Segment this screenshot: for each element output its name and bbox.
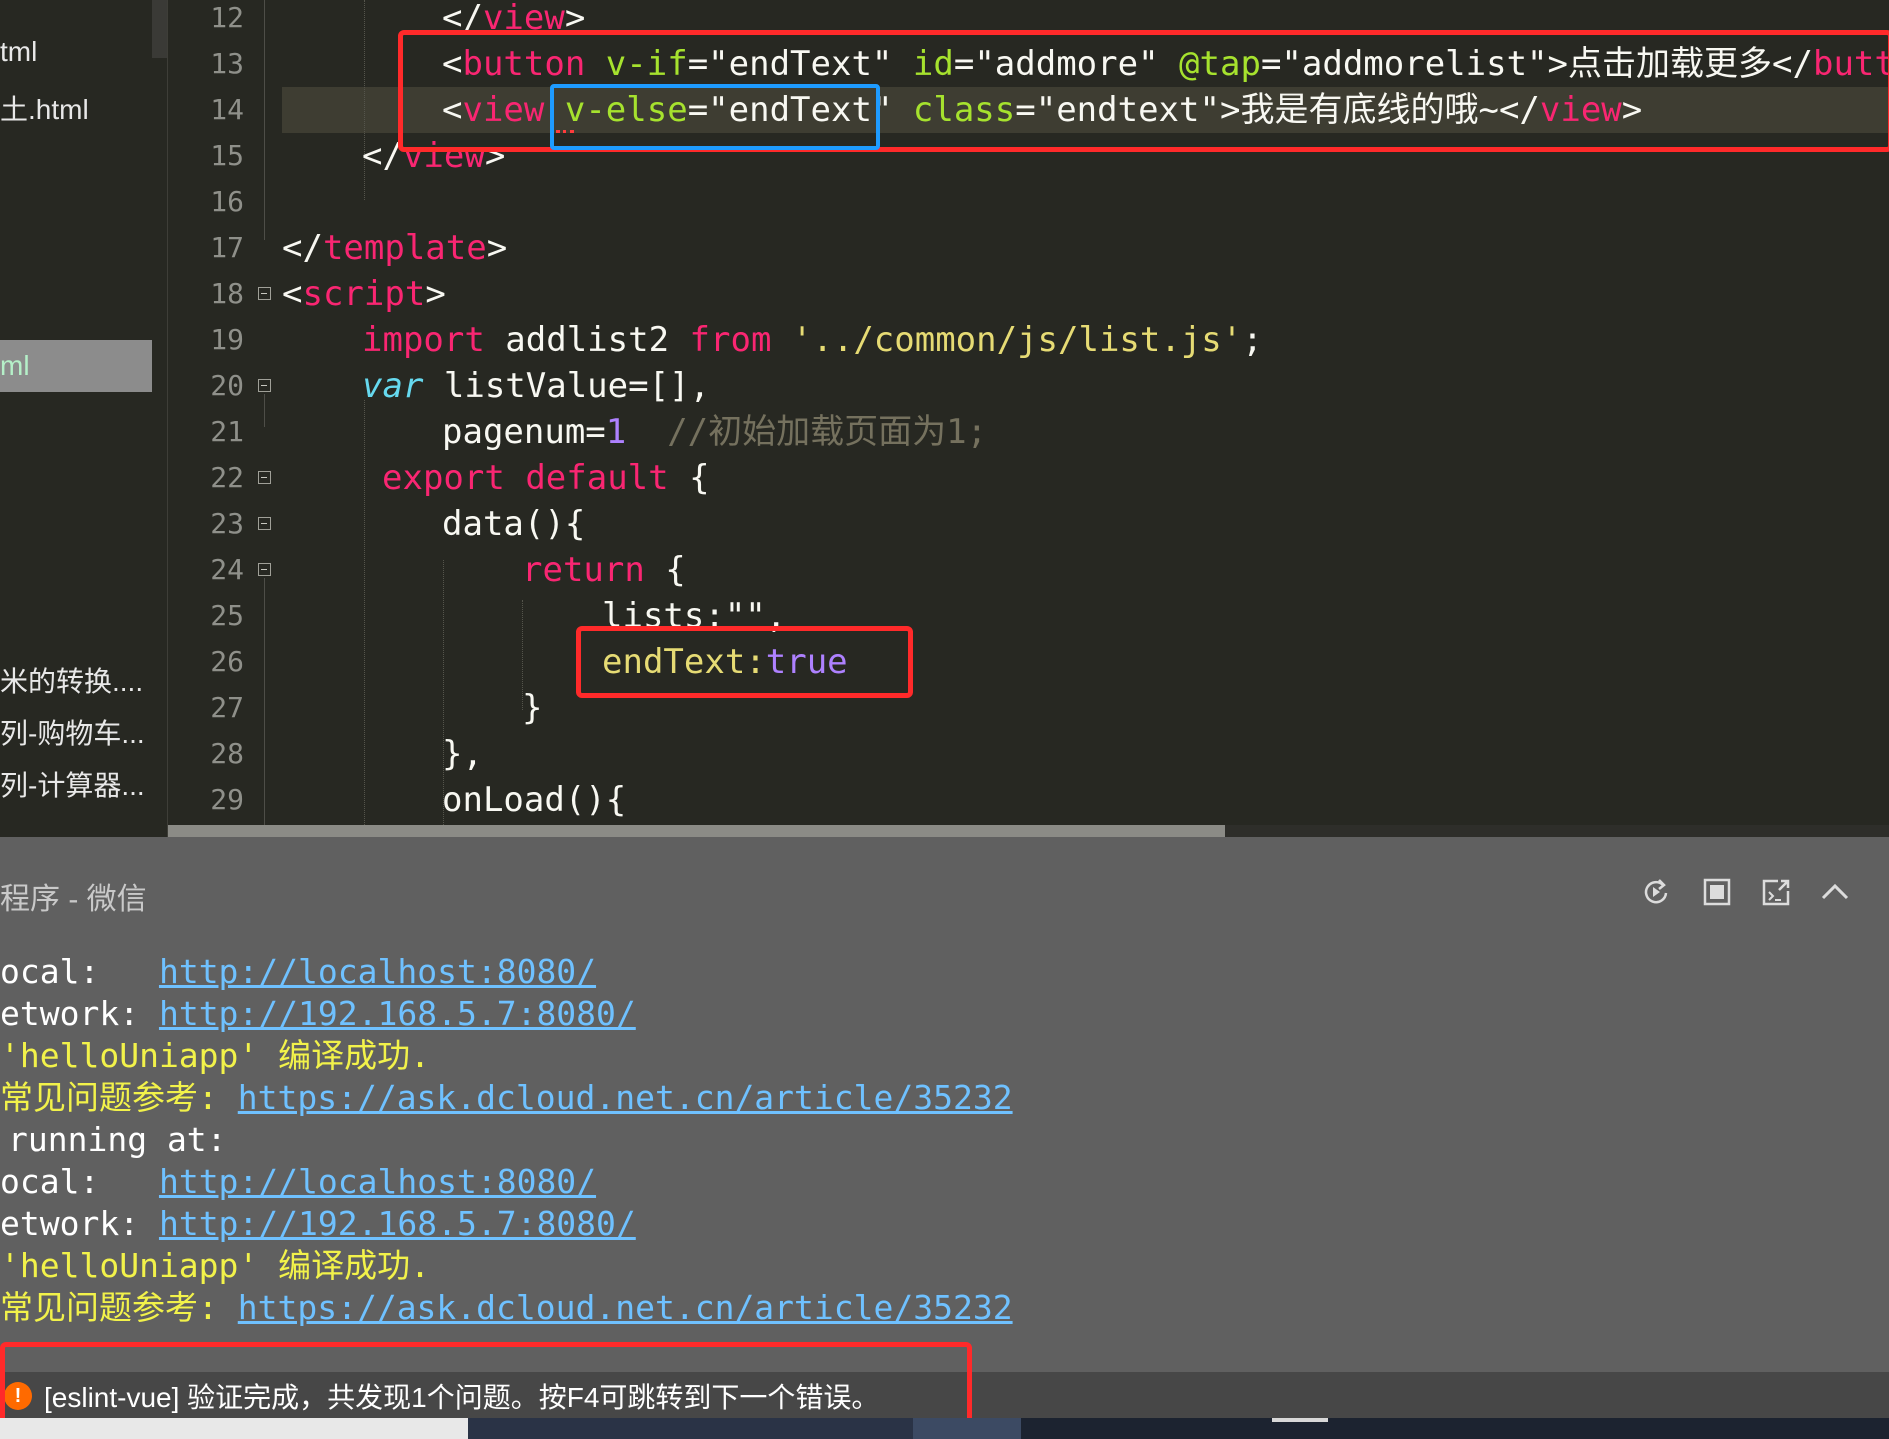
fold-guide — [264, 578, 265, 825]
line-number: 23 — [210, 507, 244, 540]
taskbar-segment — [468, 1418, 913, 1439]
line-number: 17 — [210, 231, 244, 264]
line-number: 24 — [210, 553, 244, 586]
fold-toggle-icon[interactable] — [258, 471, 271, 484]
fold-toggle-icon[interactable] — [258, 517, 271, 530]
sidebar-scrollbar[interactable] — [152, 0, 167, 58]
sidebar-file-item[interactable]: 米的转换.... — [0, 660, 143, 700]
sidebar-file-item[interactable]: 列-计算器... — [0, 764, 145, 804]
sidebar-file-item[interactable]: 列-购物车... — [0, 712, 145, 752]
fold-guide — [264, 0, 265, 240]
fold-toggle-icon[interactable] — [258, 379, 271, 392]
code-line-19: import addlist2 from '../common/js/list.… — [362, 320, 1263, 360]
line-number: 15 — [210, 139, 244, 172]
taskbar-segment — [1272, 1418, 1328, 1422]
restart-icon[interactable] — [1641, 877, 1671, 907]
code-line-18: <script> — [282, 274, 446, 314]
console-title: 程序 - 微信 — [0, 883, 147, 916]
sidebar-file-item[interactable]: 土.html — [0, 88, 89, 128]
annotation-box-blue — [550, 84, 880, 150]
line-number: 14 — [210, 93, 244, 126]
line-number: 20 — [210, 369, 244, 402]
console-line: 常见问题参考: https://ask.dcloud.net.cn/articl… — [0, 1078, 1013, 1117]
console-line: etwork: http://192.168.5.7:8080/ — [0, 1204, 636, 1243]
console-line: etwork: http://192.168.5.7:8080/ — [0, 994, 636, 1033]
annotation-box-red — [576, 626, 913, 698]
console-link[interactable]: https://ask.dcloud.net.cn/article/35232 — [238, 1078, 1013, 1117]
line-number: 19 — [210, 323, 244, 356]
line-number: 22 — [210, 461, 244, 494]
collapse-up-icon[interactable] — [1820, 877, 1850, 907]
line-number: 27 — [210, 691, 244, 724]
sidebar-file-item-selected[interactable]: ml — [0, 340, 152, 392]
line-number: 16 — [210, 185, 244, 218]
line-number: 26 — [210, 645, 244, 678]
project-sidebar: tml 土.html ml 米的转换.... 列-购物车... 列-计算器... — [0, 0, 167, 837]
sidebar-file-item[interactable]: tml — [0, 36, 37, 68]
line-number: 25 — [210, 599, 244, 632]
console-line: 常见问题参考: https://ask.dcloud.net.cn/articl… — [0, 1288, 1013, 1327]
console-link[interactable]: http://192.168.5.7:8080/ — [159, 994, 636, 1033]
line-number: 29 — [210, 783, 244, 816]
scrollbar-thumb[interactable] — [168, 825, 1225, 837]
taskbar — [0, 1418, 1889, 1439]
console-line: ocal: http://localhost:8080/ — [0, 1162, 597, 1201]
taskbar-segment — [0, 1418, 468, 1439]
code-line-21: pagenum=1 //初始加载页面为1; — [442, 412, 988, 452]
line-number: 28 — [210, 737, 244, 770]
open-terminal-icon[interactable] — [1761, 877, 1791, 907]
console-line: 'helloUniapp' 编译成功. — [0, 1036, 431, 1075]
code-line-29: onLoad(){ — [442, 780, 627, 820]
fold-toggle-icon[interactable] — [258, 563, 271, 576]
console-link[interactable]: http://localhost:8080/ — [159, 952, 596, 991]
code-line-20: var listValue=[], — [362, 366, 710, 406]
code-line-24: return { — [522, 550, 686, 590]
line-number: 21 — [210, 415, 244, 448]
line-number: 18 — [210, 277, 244, 310]
console-link[interactable]: http://localhost:8080/ — [159, 1162, 596, 1201]
line-number: 13 — [210, 47, 244, 80]
fold-guide — [264, 394, 265, 427]
editor-horizontal-scrollbar[interactable] — [168, 825, 1889, 837]
code-line-22: export default { — [382, 458, 710, 498]
stop-icon[interactable] — [1702, 877, 1732, 907]
console-line: 'helloUniapp' 编译成功. — [0, 1246, 431, 1285]
line-number: 12 — [210, 1, 244, 34]
console-link[interactable]: http://192.168.5.7:8080/ — [159, 1204, 636, 1243]
code-line-23: data(){ — [442, 504, 586, 544]
code-line-27: } — [522, 688, 543, 728]
code-line-28: }, — [442, 734, 483, 774]
taskbar-segment — [913, 1418, 1021, 1439]
code-line-17: </template> — [282, 228, 508, 268]
code-editor[interactable]: 12 13 14 15 16 17 18 19 20 21 22 23 24 2… — [168, 0, 1889, 825]
console-link[interactable]: https://ask.dcloud.net.cn/article/35232 — [238, 1288, 1013, 1327]
console-line: ocal: http://localhost:8080/ — [0, 952, 597, 991]
console-line: running at: — [8, 1120, 227, 1159]
fold-toggle-icon[interactable] — [258, 287, 271, 300]
